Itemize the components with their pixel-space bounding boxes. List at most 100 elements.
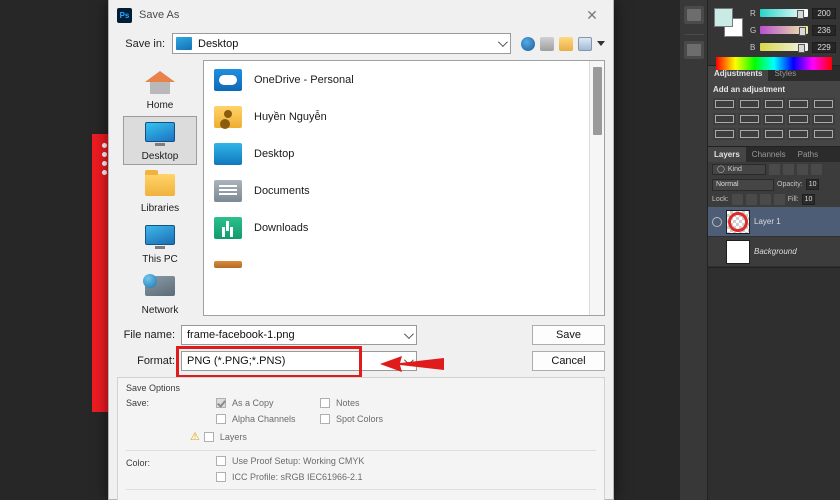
file-list[interactable]: OneDrive - Personal Huyền Nguyễn Desktop… [203, 60, 605, 316]
up-one-level-icon[interactable] [540, 36, 554, 51]
gradient-map-icon[interactable] [812, 128, 835, 140]
filter-adjustment-icon[interactable] [783, 164, 794, 175]
black-white-icon[interactable] [762, 113, 786, 125]
filter-pixel-icon[interactable] [769, 164, 780, 175]
color-balance-icon[interactable] [737, 113, 761, 125]
threshold-icon[interactable] [787, 128, 811, 140]
checkbox-box[interactable] [216, 414, 226, 424]
list-item[interactable]: Huyền Nguyễn [204, 98, 604, 135]
list-item[interactable]: Downloads [204, 209, 604, 246]
filter-type-icon[interactable] [797, 164, 808, 175]
hue-saturation-icon[interactable] [713, 113, 736, 125]
channel-value-g[interactable]: 236 [812, 24, 836, 36]
lock-all-icon[interactable] [773, 194, 785, 205]
lock-image-pixels-icon[interactable] [745, 194, 757, 205]
list-item[interactable]: OneDrive - Personal [204, 61, 604, 98]
sidebar-item-this-pc[interactable]: This PC [123, 219, 197, 268]
checkbox-box[interactable] [320, 398, 330, 408]
levels-icon[interactable] [737, 98, 761, 110]
brightness-contrast-icon[interactable] [713, 98, 736, 110]
checkbox-alpha-channels[interactable]: Alpha Channels [216, 414, 320, 424]
curves-icon[interactable] [762, 98, 786, 110]
tab-layers[interactable]: Layers [708, 147, 746, 162]
slider-knob-r[interactable] [797, 10, 804, 19]
checkbox-notes[interactable]: Notes [320, 398, 424, 408]
layer-name[interactable]: Layer 1 [754, 217, 781, 226]
color-swatches[interactable] [714, 8, 744, 37]
layer-row-1[interactable]: Layer 1 [708, 207, 840, 237]
layer-visibility-icon[interactable] [712, 247, 722, 257]
dropdown-arrow-icon[interactable] [597, 41, 605, 46]
channel-value-r[interactable]: 200 [812, 7, 836, 19]
chevron-down-icon[interactable] [403, 329, 414, 340]
list-item-partial[interactable] [204, 246, 604, 283]
slider-track-b[interactable] [760, 43, 808, 53]
slider-track-r[interactable] [760, 9, 808, 19]
cancel-button[interactable]: Cancel [532, 351, 605, 371]
checkbox-box[interactable] [203, 431, 214, 442]
layer-row-2[interactable]: Background [708, 237, 840, 267]
adjustment-icon-grid[interactable] [713, 98, 835, 140]
checkbox-layers[interactable]: Layers [203, 431, 247, 442]
sidebar-item-home[interactable]: Home [123, 65, 197, 114]
history-panel-icon[interactable] [683, 6, 704, 24]
sidebar-item-network[interactable]: Network [123, 270, 197, 319]
posterize-icon[interactable] [762, 128, 786, 140]
checkbox-box[interactable] [216, 456, 226, 466]
filter-shape-icon[interactable] [811, 164, 822, 175]
color-spectrum-bar[interactable] [716, 57, 832, 70]
opacity-value[interactable]: 10 [805, 179, 820, 190]
tab-channels[interactable]: Channels [745, 147, 792, 162]
layers-tab-row[interactable]: Layers Channels Paths [708, 147, 840, 162]
file-name-input[interactable]: frame-facebook-1.png [181, 325, 417, 345]
panel-rail[interactable] [680, 0, 708, 500]
color-option-icc-profile[interactable]: ICC Profile: sRGB IEC61966-2.1 [216, 472, 596, 482]
slider-track-g[interactable] [760, 26, 808, 36]
photo-filter-icon[interactable] [787, 113, 811, 125]
color-slider-g[interactable]: G 236 [750, 23, 836, 37]
dialog-toolbar[interactable] [518, 36, 605, 51]
color-panel[interactable]: R 200 G 236 B 229 [708, 0, 840, 70]
sidebar-item-desktop[interactable]: Desktop [123, 116, 197, 165]
list-item[interactable]: Desktop [204, 135, 604, 172]
blend-mode-select[interactable]: Normal [712, 178, 774, 191]
view-menu-icon[interactable] [578, 36, 592, 51]
invert-icon[interactable] [737, 128, 761, 140]
sidebar-item-libraries[interactable]: Libraries [123, 167, 197, 217]
lock-row[interactable]: Lock: Fill: 10 [708, 192, 840, 207]
save-button[interactable]: Save [532, 325, 605, 345]
color-lookup-icon[interactable] [713, 128, 736, 140]
vibrance-icon[interactable] [812, 98, 835, 110]
channel-value-b[interactable]: 229 [812, 41, 836, 53]
checkbox-box[interactable] [216, 472, 226, 482]
layer-thumbnail[interactable] [726, 209, 750, 234]
slider-knob-g[interactable] [799, 27, 806, 36]
chevron-down-icon[interactable] [497, 37, 508, 48]
layer-filter-row[interactable]: ◯ Kind [708, 162, 840, 177]
tab-paths[interactable]: Paths [791, 147, 825, 162]
fill-value[interactable]: 10 [801, 194, 816, 205]
close-icon[interactable]: ✕ [575, 1, 609, 30]
layer-thumbnail[interactable] [726, 239, 750, 264]
color-slider-b[interactable]: B 229 [750, 40, 836, 54]
checkbox-box[interactable] [216, 398, 226, 408]
layer-visibility-icon[interactable] [712, 216, 722, 227]
lock-transparent-pixels-icon[interactable] [731, 194, 743, 205]
checkbox-spot-colors[interactable]: Spot Colors [320, 414, 424, 424]
checkbox-as-a-copy[interactable]: As a Copy [216, 398, 320, 408]
file-list-scrollbar[interactable] [589, 61, 604, 315]
slider-knob-b[interactable] [798, 44, 805, 53]
lock-position-icon[interactable] [759, 194, 771, 205]
foreground-color-swatch[interactable] [714, 8, 733, 27]
properties-panel-icon[interactable] [683, 41, 704, 59]
blend-mode-row[interactable]: Normal Opacity: 10 [708, 177, 840, 192]
places-sidebar[interactable]: Home Desktop Libraries This PC Network [117, 60, 203, 316]
checkbox-box[interactable] [320, 414, 330, 424]
color-option-proof-setup[interactable]: Use Proof Setup: Working CMYK [216, 456, 596, 466]
back-icon[interactable] [521, 36, 535, 51]
save-in-combobox[interactable]: Desktop [172, 33, 511, 54]
new-folder-icon[interactable] [559, 36, 573, 51]
list-item[interactable]: Documents [204, 172, 604, 209]
dialog-title-bar[interactable]: Ps Save As ✕ [109, 0, 613, 30]
color-slider-r[interactable]: R 200 [750, 6, 836, 20]
